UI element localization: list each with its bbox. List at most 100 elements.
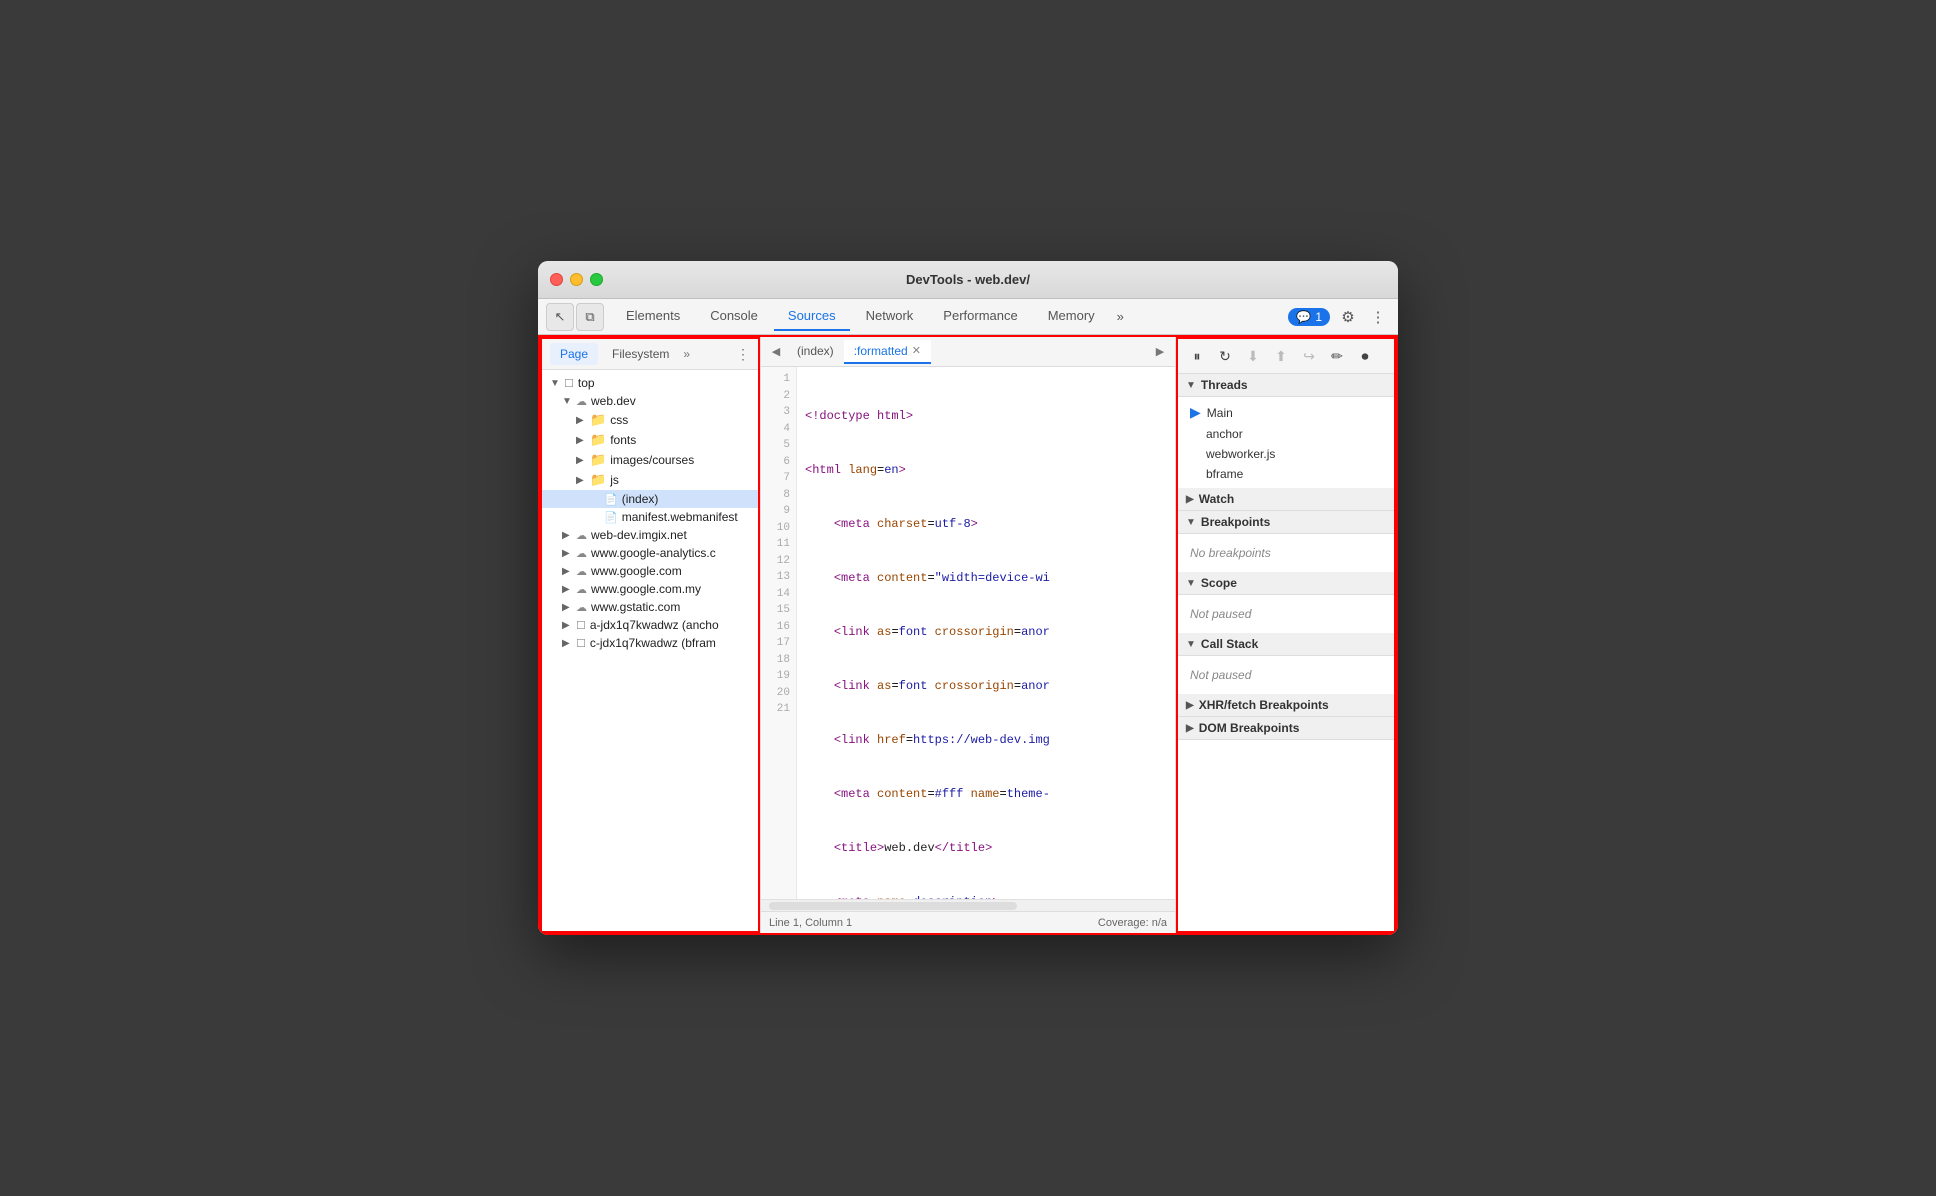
tab-performance[interactable]: Performance (929, 302, 1031, 331)
editor-forward-btn[interactable]: ▶ (1149, 341, 1171, 363)
deactivate-breakpoints-button[interactable]: ✏ (1324, 343, 1350, 369)
code-area[interactable]: 12345 678910 1112131415 1617181920 21 <!… (761, 367, 1175, 899)
tree-arrow-bframe: ▶ (562, 638, 576, 649)
tree-item-index[interactable]: 📄 (index) (542, 490, 758, 508)
tree-arrow-google: ▶ (562, 566, 576, 577)
editor-tab-index-label: (index) (797, 344, 834, 358)
pause-button[interactable]: ⏸ (1184, 343, 1210, 369)
left-panel: Page Filesystem » ⋮ ▼ ☐ top ▼ ☁ web.dev (540, 337, 760, 933)
window-title: DevTools - web.dev/ (906, 272, 1030, 287)
left-panel-more[interactable]: ⋮ (736, 346, 750, 363)
tree-item-ga[interactable]: ▶ ☁ www.google-analytics.c (542, 544, 758, 562)
dock-icon[interactable]: ⧉ (576, 303, 604, 331)
more-button[interactable]: ⋮ (1366, 305, 1390, 329)
scope-not-paused: Not paused (1178, 599, 1394, 629)
tree-arrow-ga: ▶ (562, 548, 576, 559)
watch-section-header[interactable]: ▶ Watch (1178, 488, 1394, 511)
code-content[interactable]: <!doctype html> <html lang=en> <meta cha… (797, 367, 1175, 899)
scope-section-header[interactable]: ▼ Scope (1178, 572, 1394, 595)
tree-item-gstatic[interactable]: ▶ ☁ www.gstatic.com (542, 598, 758, 616)
step-into-button[interactable]: ⬇ (1240, 343, 1266, 369)
step-button[interactable]: ↪ (1296, 343, 1322, 369)
code-line-4: <meta content="width=device-wi (805, 569, 1167, 587)
code-line-7: <link href=https://web-dev.img (805, 731, 1167, 749)
tree-label-webdev: web.dev (591, 394, 636, 408)
dom-section-header[interactable]: ▶ DOM Breakpoints (1178, 717, 1394, 740)
maximize-button[interactable] (590, 273, 603, 286)
breakpoints-content: No breakpoints (1178, 534, 1394, 572)
tab-filesystem[interactable]: Filesystem (602, 343, 679, 365)
tab-elements[interactable]: Elements (612, 302, 694, 331)
xhr-section-header[interactable]: ▶ XHR/fetch Breakpoints (1178, 694, 1394, 717)
thread-bframe[interactable]: bframe (1178, 464, 1394, 484)
editor-tab-index[interactable]: (index) (787, 340, 844, 364)
editor-tab-formatted-label: :formatted (854, 344, 908, 358)
dont-pause-button[interactable]: ⏺ (1352, 343, 1378, 369)
tree-label-anchor-frame: a-jdx1q7kwadwz (ancho (590, 618, 719, 632)
tab-memory[interactable]: Memory (1034, 302, 1109, 331)
traffic-lights (550, 273, 603, 286)
tab-console[interactable]: Console (696, 302, 772, 331)
tabbar-right: 💬 1 ⚙ ⋮ (1288, 305, 1390, 329)
folder-icon-top: ☐ (564, 377, 574, 390)
code-line-2: <html lang=en> (805, 461, 1167, 479)
cloud-icon-google: ☁ (576, 565, 587, 578)
tree-item-anchor-frame[interactable]: ▶ ☐ a-jdx1q7kwadwz (ancho (542, 616, 758, 634)
thread-main[interactable]: ▶ Main (1178, 401, 1394, 424)
tree-label-imgix: web-dev.imgix.net (591, 528, 687, 542)
tree-item-js[interactable]: ▶ 📁 js (542, 470, 758, 490)
settings-button[interactable]: ⚙ (1336, 305, 1360, 329)
tab-page[interactable]: Page (550, 343, 598, 365)
tree-arrow-google-my: ▶ (562, 584, 576, 595)
tree-item-google-my[interactable]: ▶ ☁ www.google.com.my (542, 580, 758, 598)
dom-arrow: ▶ (1186, 723, 1194, 734)
tree-item-images[interactable]: ▶ 📁 images/courses (542, 450, 758, 470)
cursor-icon[interactable]: ↖ (546, 303, 574, 331)
watch-arrow: ▶ (1186, 494, 1194, 505)
callstack-section-header[interactable]: ▼ Call Stack (1178, 633, 1394, 656)
editor-tab-formatted[interactable]: :formatted ✕ (844, 340, 931, 364)
tree-item-css[interactable]: ▶ 📁 css (542, 410, 758, 430)
scope-arrow: ▼ (1186, 578, 1196, 589)
tree-item-top[interactable]: ▼ ☐ top (542, 374, 758, 392)
thread-active-arrow: ▶ (1190, 404, 1201, 421)
frame-icon-bframe: ☐ (576, 637, 586, 650)
tree-item-manifest[interactable]: 📄 manifest.webmanifest (542, 508, 758, 526)
threads-section-header[interactable]: ▼ Threads (1178, 374, 1394, 397)
minimize-button[interactable] (570, 273, 583, 286)
editor-tab-close[interactable]: ✕ (912, 344, 921, 357)
left-panel-tabs: Page Filesystem » ⋮ (542, 339, 758, 370)
hscroll-thumb[interactable] (769, 902, 1017, 910)
tree-item-imgix[interactable]: ▶ ☁ web-dev.imgix.net (542, 526, 758, 544)
watch-label: Watch (1199, 492, 1235, 506)
frame-icon-anchor: ☐ (576, 619, 586, 632)
thread-anchor[interactable]: anchor (1178, 424, 1394, 444)
thread-bframe-label: bframe (1206, 467, 1243, 481)
tree-label-google-my: www.google.com.my (591, 582, 701, 596)
editor-back-btn[interactable]: ◀ (765, 341, 787, 363)
tree-item-fonts[interactable]: ▶ 📁 fonts (542, 430, 758, 450)
comment-badge[interactable]: 💬 1 (1288, 308, 1330, 326)
tree-item-webdev[interactable]: ▼ ☁ web.dev (542, 392, 758, 410)
callstack-label: Call Stack (1201, 637, 1258, 651)
tab-sources[interactable]: Sources (774, 302, 850, 331)
close-button[interactable] (550, 273, 563, 286)
threads-label: Threads (1201, 378, 1248, 392)
code-line-8: <meta content=#fff name=theme- (805, 785, 1167, 803)
dom-label: DOM Breakpoints (1199, 721, 1300, 735)
left-panel-overflow[interactable]: » (683, 347, 690, 361)
tree-arrow-webdev: ▼ (562, 396, 576, 407)
file-icon-manifest: 📄 (604, 511, 618, 524)
step-out-button[interactable]: ⬆ (1268, 343, 1294, 369)
step-over-button[interactable]: ↻ (1212, 343, 1238, 369)
breakpoints-section-header[interactable]: ▼ Breakpoints (1178, 511, 1394, 534)
comment-count: 1 (1315, 310, 1322, 324)
tree-item-bframe[interactable]: ▶ ☐ c-jdx1q7kwadwz (bfram (542, 634, 758, 652)
tab-overflow[interactable]: » (1111, 305, 1130, 328)
thread-webworker[interactable]: webworker.js (1178, 444, 1394, 464)
tab-network[interactable]: Network (852, 302, 928, 331)
tree-label-google: www.google.com (591, 564, 682, 578)
hscroll-bar[interactable] (761, 899, 1175, 911)
tree-item-google[interactable]: ▶ ☁ www.google.com (542, 562, 758, 580)
tree-label-bframe: c-jdx1q7kwadwz (bfram (590, 636, 716, 650)
